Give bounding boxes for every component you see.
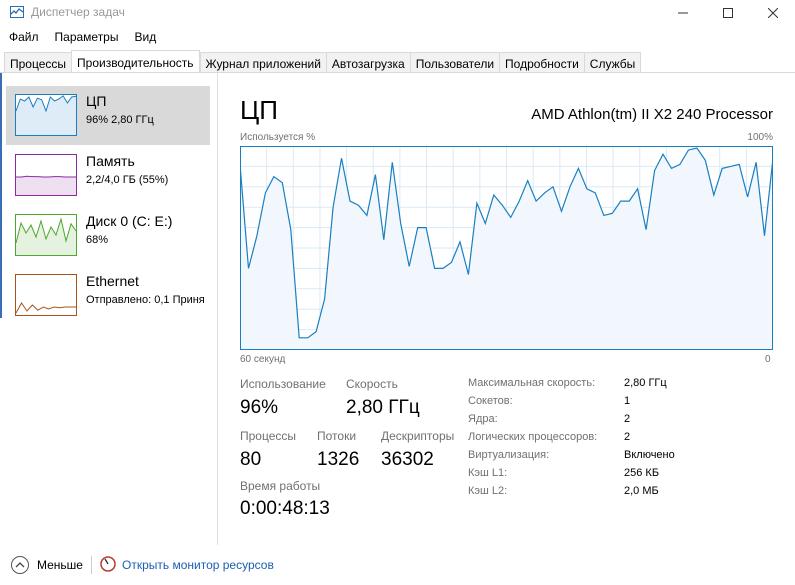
maximize-button[interactable] <box>705 0 751 26</box>
handles-value: 36302 <box>381 449 434 470</box>
handles-label: Дескрипторы <box>381 429 455 443</box>
minimize-icon <box>678 12 688 14</box>
spec-logical-value: 2 <box>624 431 631 443</box>
sidebar-item-ethernet-sub: Отправлено: 0,1 Приня <box>86 294 205 306</box>
usage-label: Использование <box>240 377 326 391</box>
spec-virtualization-label: Виртуализация: <box>468 449 550 461</box>
spec-l1-label: Кэш L1: <box>468 467 508 479</box>
minimize-button[interactable] <box>660 0 706 26</box>
footer-separator <box>91 556 92 574</box>
tab-bar: Процессы Производительность Журнал прило… <box>4 50 642 73</box>
cpu-model-name: AMD Athlon(tm) II X2 240 Processor <box>531 106 773 123</box>
menu-view[interactable]: Вид <box>125 28 163 48</box>
tab-performance[interactable]: Производительность <box>71 50 200 73</box>
title-bar: Диспетчер задач <box>0 0 795 26</box>
processes-label: Процессы <box>240 429 297 443</box>
tab-users[interactable]: Пользователи <box>409 52 500 73</box>
footer-bar: Меньше Открыть монитор ресурсов <box>0 550 795 585</box>
menu-file[interactable]: Файл <box>0 28 46 48</box>
graph-max-label: 100% <box>747 132 773 143</box>
spec-virtualization-value: Включено <box>624 449 675 461</box>
open-resource-monitor-link[interactable]: Открыть монитор ресурсов <box>122 558 274 572</box>
spec-l2-label: Кэш L2: <box>468 485 508 497</box>
spec-logical-label: Логических процессоров: <box>468 431 598 443</box>
spec-cores-value: 2 <box>624 413 631 425</box>
sidebar-edge <box>0 73 2 318</box>
cpu-usage-graph <box>240 146 773 350</box>
ethernet-thumbnail-graph <box>15 274 77 316</box>
graph-time-zero: 0 <box>765 354 771 365</box>
sidebar-item-disk[interactable]: Диск 0 (C: E:) 68% <box>6 206 210 265</box>
sidebar-item-memory-title: Память <box>86 153 135 169</box>
uptime-label: Время работы <box>240 479 321 493</box>
tab-services[interactable]: Службы <box>583 52 642 73</box>
graph-time-label: 60 секунд <box>240 354 286 365</box>
tab-details[interactable]: Подробности <box>499 52 584 73</box>
sidebar-item-memory-sub: 2,2/4,0 ГБ (55%) <box>86 174 169 186</box>
sidebar-item-cpu[interactable]: ЦП 96% 2,80 ГГц <box>6 86 210 145</box>
sidebar-item-cpu-sub: 96% 2,80 ГГц <box>86 114 154 126</box>
sidebar-item-disk-title: Диск 0 (C: E:) <box>86 213 173 229</box>
usage-value: 96% <box>240 397 279 418</box>
threads-value: 1326 <box>317 449 360 470</box>
sidebar-item-ethernet-title: Ethernet <box>86 273 139 289</box>
speed-label: Скорость <box>346 377 398 391</box>
cpu-thumbnail-graph <box>15 94 77 136</box>
resource-monitor-icon <box>100 556 116 572</box>
tab-processes[interactable]: Процессы <box>4 52 72 73</box>
tab-app-history[interactable]: Журнал приложений <box>199 52 326 73</box>
sidebar-item-disk-sub: 68% <box>86 234 109 246</box>
spec-cores-label: Ядра: <box>468 413 498 425</box>
sidebar-item-ethernet[interactable]: Ethernet Отправлено: 0,1 Приня <box>6 266 210 325</box>
uptime-value: 0:00:48:13 <box>240 498 330 519</box>
fewer-details-button[interactable] <box>11 556 29 574</box>
threads-label: Потоки <box>317 429 357 443</box>
spec-l2-value: 2,0 МБ <box>624 485 659 497</box>
page-title: ЦП <box>240 95 278 125</box>
menu-bar: Файл Параметры Вид <box>0 28 163 48</box>
window-title: Диспетчер задач <box>31 5 125 19</box>
sidebar-item-cpu-title: ЦП <box>86 93 107 109</box>
task-manager-icon <box>10 6 24 18</box>
graph-usage-label: Используется % <box>240 132 316 143</box>
fewer-details-link[interactable]: Меньше <box>37 558 83 572</box>
memory-thumbnail-graph <box>15 154 77 196</box>
tab-startup[interactable]: Автозагрузка <box>325 52 410 73</box>
menu-options[interactable]: Параметры <box>46 28 126 48</box>
spec-sockets-label: Сокетов: <box>468 395 513 407</box>
close-icon <box>768 8 778 18</box>
maximize-icon <box>723 8 733 18</box>
processes-value: 80 <box>240 449 262 470</box>
disk-thumbnail-graph <box>15 214 77 256</box>
spec-max-speed-value: 2,80 ГГц <box>624 377 667 389</box>
sidebar-item-memory[interactable]: Память 2,2/4,0 ГБ (55%) <box>6 146 210 205</box>
chevron-up-icon <box>15 562 25 568</box>
speed-value: 2,80 ГГц <box>346 397 420 418</box>
spec-max-speed-label: Максимальная скорость: <box>468 377 596 389</box>
spec-sockets-value: 1 <box>624 395 631 407</box>
close-button[interactable] <box>750 0 795 26</box>
spec-l1-value: 256 КБ <box>624 467 660 479</box>
